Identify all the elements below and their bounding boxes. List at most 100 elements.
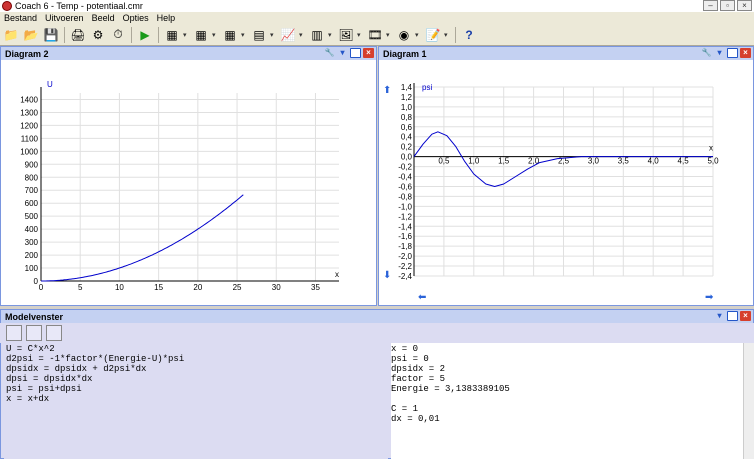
x-tick-label: 25 <box>233 283 242 292</box>
y-tick-label: 1100 <box>21 134 39 143</box>
menu-bestand[interactable]: Bestand <box>4 13 37 23</box>
new-icon[interactable]: 📁 <box>2 26 20 44</box>
diagram-2-maximize-icon[interactable] <box>350 48 361 58</box>
video-icon[interactable]: 🎞 <box>366 26 384 44</box>
diagram-1-maximize-icon[interactable] <box>727 48 738 58</box>
menu-uitvoeren[interactable]: Uitvoeren <box>45 13 84 23</box>
x-tick-label: 3,0 <box>588 157 600 166</box>
diagram-2-tools-icon[interactable]: 🔧 <box>324 48 335 58</box>
y-tick-label: 1400 <box>20 95 38 104</box>
y-tick-label: -0,6 <box>398 182 412 191</box>
video-dropdown-icon[interactable]: ▾ <box>386 26 393 44</box>
model-dropdown-icon[interactable]: ▾ <box>444 26 451 44</box>
y-tick-label: -0,2 <box>398 163 412 172</box>
tool-1-icon[interactable]: ▦ <box>163 26 181 44</box>
x-tick-label: 5 <box>78 283 83 292</box>
scroll-right-icon[interactable]: ➡ <box>705 292 713 303</box>
image-dropdown-icon[interactable]: ▾ <box>357 26 364 44</box>
initial-value-line: dx = 0,01 <box>391 414 440 424</box>
graph-icon[interactable]: 📈 <box>279 26 297 44</box>
model-equation-line: dpsi = dpsidx*dx <box>6 374 93 384</box>
open-icon[interactable]: 📂 <box>22 26 40 44</box>
x-tick-label: 35 <box>311 283 320 292</box>
print-icon[interactable]: 🖨 <box>69 26 87 44</box>
table-dropdown-icon[interactable]: ▾ <box>270 26 277 44</box>
title-bar: Coach 6 - Temp - potentiaal.cmr – ▫ × <box>0 0 754 12</box>
diagram-2-close-icon[interactable]: × <box>363 48 374 58</box>
initial-value-line: Energie = 3,1383389105 <box>391 384 510 394</box>
tool-1-dropdown-icon[interactable]: ▾ <box>183 26 190 44</box>
model-icon[interactable]: 📝 <box>424 26 442 44</box>
y-tick-label: 300 <box>25 238 39 247</box>
menu-opties[interactable]: Opties <box>123 13 149 23</box>
model-equation-line: U = C*x^2 <box>6 344 55 354</box>
model-equation-icon[interactable] <box>6 325 22 341</box>
diagram-2-collapse-icon[interactable]: ▾ <box>337 48 348 58</box>
model-graphic-icon[interactable] <box>26 325 42 341</box>
x-tick-label: 10 <box>115 283 124 292</box>
diagram-1-chart[interactable]: 0,5 1,0 1,5 2,0 2,5 3,0 3,5 4,0 4,5 5,01,41,21,00… <box>379 60 753 306</box>
initial-value-line <box>391 394 754 404</box>
run-icon[interactable]: ▶ <box>136 26 154 44</box>
x-tick-label: 30 <box>272 283 281 292</box>
model-toolbar <box>0 323 754 343</box>
scroll-down-icon[interactable]: ⬇ <box>383 270 391 281</box>
graph-dropdown-icon[interactable]: ▾ <box>299 26 306 44</box>
y-tick-label: -0,4 <box>398 173 412 182</box>
meter-dropdown-icon[interactable]: ▾ <box>415 26 422 44</box>
diagram-1-tools-icon[interactable]: 🔧 <box>701 48 712 58</box>
minimize-button[interactable]: – <box>703 0 718 11</box>
model-collapse-icon[interactable]: ▾ <box>714 311 725 321</box>
diagram-1-collapse-icon[interactable]: ▾ <box>714 48 725 58</box>
model-equation-line: d2psi = -1*factor*(Energie-U)*psi <box>6 354 185 364</box>
model-window-title: Modelvenster <box>5 311 64 322</box>
save-icon[interactable]: 💾 <box>42 26 60 44</box>
y-tick-label: 0,6 <box>401 123 413 132</box>
model-close-icon[interactable]: × <box>740 311 751 321</box>
y-tick-label: 1,2 <box>401 93 413 102</box>
x-tick-label: 20 <box>193 283 202 292</box>
diagram-1-close-icon[interactable]: × <box>740 48 751 58</box>
initial-value-line: dpsidx = 2 <box>391 364 446 374</box>
scroll-left-icon[interactable]: ⬅ <box>418 292 426 303</box>
diagram-1-panel: Diagram 1 🔧 ▾ × 0,5 1,0 1,5 2,0 2,5 3,0 3,5 4,0… <box>378 46 754 306</box>
text-icon[interactable]: ▥ <box>308 26 326 44</box>
y-tick-label: -0,8 <box>398 192 412 201</box>
restore-button[interactable]: ▫ <box>720 0 735 11</box>
y-tick-label: 1300 <box>20 108 38 117</box>
y-tick-label: 1,0 <box>401 103 413 112</box>
menu-beeld[interactable]: Beeld <box>92 13 115 23</box>
text-dropdown-icon[interactable]: ▾ <box>328 26 335 44</box>
model-text-icon[interactable] <box>46 325 62 341</box>
diagram-2-chart[interactable]: 0 5 10 15 20 25 30 35 0 100 200 300 400 500 600 700 800 9… <box>1 60 376 306</box>
x-tick-label: 2,0 <box>528 157 540 166</box>
model-equations[interactable]: U = C*x^2 d2psi = -1*factor*(Energie-U)*p… <box>4 343 388 459</box>
settings-icon[interactable]: ⚙ <box>89 26 107 44</box>
help-icon[interactable]: ? <box>460 26 478 44</box>
image-icon[interactable]: 🖼 <box>337 26 355 44</box>
model-equation-line: dpsidx = dpsidx + d2psi*dx <box>6 364 147 374</box>
tool-2-dropdown-icon[interactable]: ▾ <box>212 26 219 44</box>
close-button[interactable]: × <box>737 0 752 11</box>
meter-icon[interactable]: ◉ <box>395 26 413 44</box>
y-tick-label: 900 <box>25 160 39 169</box>
tool-3-dropdown-icon[interactable]: ▾ <box>241 26 248 44</box>
x-tick-label: 0 <box>39 283 44 292</box>
diagram-2-title: Diagram 2 <box>5 48 49 59</box>
menu-help[interactable]: Help <box>157 13 176 23</box>
initial-values-scrollbar[interactable] <box>743 343 754 459</box>
y-tick-label: 0,0 <box>401 153 413 162</box>
table-icon[interactable]: ▤ <box>250 26 268 44</box>
model-initial-values[interactable]: x = 0 psi = 0 dpsidx = 2 factor = 5 Energie … <box>391 343 754 459</box>
tool-3-icon[interactable]: ▦ <box>221 26 239 44</box>
y-tick-label: -1,4 <box>398 222 412 231</box>
y-tick-label: 0,2 <box>401 143 413 152</box>
x-tick-label: 1,0 <box>468 157 480 166</box>
model-maximize-icon[interactable] <box>727 311 738 321</box>
y-tick-label: 100 <box>25 264 39 273</box>
scroll-up-icon[interactable]: ⬆ <box>383 85 391 96</box>
diagram-2-panel: Diagram 2 🔧 ▾ × 0 5 10 15 20 25 30 35 0 100 200 300… <box>0 46 377 306</box>
initial-value-line: x = 0 <box>391 344 419 354</box>
timer-icon[interactable]: ⏱ <box>109 26 127 44</box>
tool-2-icon[interactable]: ▦ <box>192 26 210 44</box>
